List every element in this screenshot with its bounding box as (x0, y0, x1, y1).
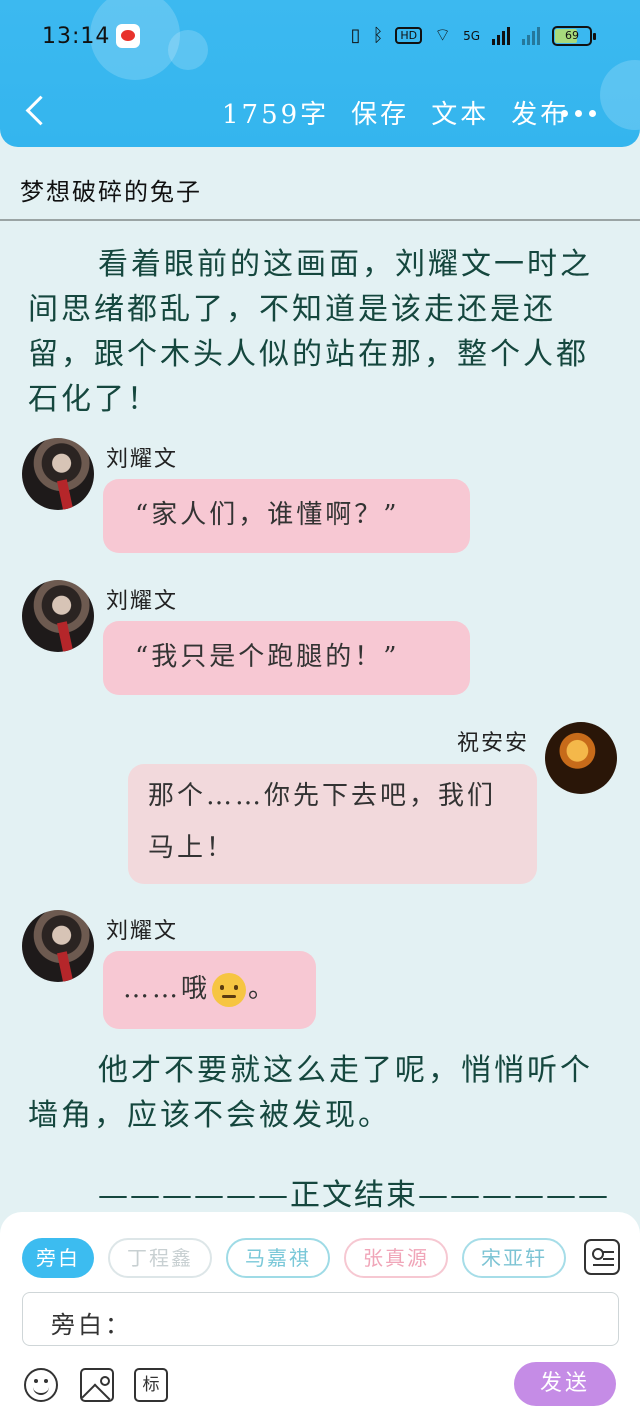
story-content: 看着眼前的这画面，刘耀文一时之间思绪都乱了，不知道是该走还是还留，跟个木头人似的… (0, 222, 640, 1213)
send-button[interactable]: 发送 (514, 1362, 616, 1406)
role-selector: 旁白 丁程鑫 马嘉祺 张真源 宋亚轩 (22, 1238, 566, 1278)
sender-name: 刘耀文 (106, 447, 179, 472)
message-bubble[interactable]: ……哦 。 (103, 951, 316, 1029)
message-text-end: 。 (248, 974, 278, 1004)
battery-icon: 69 (552, 25, 596, 46)
story-title-bar[interactable]: 梦想破碎的兔子 (0, 152, 640, 221)
neutral-face-icon (212, 973, 247, 1007)
signal-icon-secondary (522, 26, 540, 45)
bluetooth-icon: ᛒ (372, 25, 384, 46)
nav-row: 1759字 保存 文本 发布 (0, 86, 640, 136)
sender-name: 祝安安 (457, 731, 530, 756)
back-arrow-icon[interactable] (24, 94, 50, 128)
network-type: 5G (463, 28, 480, 43)
message-bubble[interactable]: 那个……你先下去吧，我们马上！ (128, 764, 537, 884)
role-chip[interactable]: 宋亚轩 (462, 1238, 566, 1278)
role-chip-narrator[interactable]: 旁白 (22, 1238, 94, 1278)
avatar[interactable] (22, 438, 94, 510)
status-time: 13:14 (42, 24, 111, 49)
role-chip[interactable]: 马嘉祺 (226, 1238, 330, 1278)
image-icon[interactable] (80, 1368, 114, 1402)
status-bar: 13:14 ▯ ᛒ HD ⌔ 5G 69 (0, 18, 640, 58)
vibrate-icon: ▯ (350, 25, 361, 46)
narration-text: 他才不要就这么走了呢，悄悄听个墙角，应该不会被发现。 (28, 1053, 593, 1133)
battery-level: 69 (565, 28, 579, 42)
status-icons: ▯ ᛒ HD ⌔ 5G 69 (350, 24, 596, 47)
narration-paragraph[interactable]: 他才不要就这么走了呢，悄悄听个墙角，应该不会被发现。 (28, 1048, 608, 1138)
avatar[interactable] (545, 722, 617, 794)
hd-badge: HD (395, 27, 423, 44)
weibo-app-icon (116, 24, 140, 48)
wifi-icon: ⌔ (434, 25, 452, 46)
message-text: ……哦 (123, 974, 211, 1004)
sender-name: 刘耀文 (106, 919, 179, 944)
role-chip[interactable]: 丁程鑫 (108, 1238, 212, 1278)
avatar[interactable] (22, 580, 94, 652)
sender-name: 刘耀文 (106, 589, 179, 614)
narration-paragraph[interactable]: 看着眼前的这画面，刘耀文一时之间思绪都乱了，不知道是该走还是还留，跟个木头人似的… (28, 242, 608, 422)
ending-marker: ——————正文结束—————— (98, 1178, 610, 1213)
message-bubble[interactable]: “我只是个跑腿的！” (103, 621, 470, 695)
save-button[interactable]: 保存 (351, 94, 409, 131)
tag-icon[interactable]: 标 (134, 1368, 168, 1402)
contact-card-icon[interactable] (584, 1239, 620, 1275)
role-chip[interactable]: 张真源 (344, 1238, 448, 1278)
composer-panel: 旁白 丁程鑫 马嘉祺 张真源 宋亚轩 旁白： 标 发送 (0, 1212, 640, 1423)
message-input[interactable]: 旁白： (22, 1292, 619, 1346)
input-role-label: 旁白： (51, 1311, 132, 1339)
text-button[interactable]: 文本 (431, 94, 489, 131)
top-header: 13:14 ▯ ᛒ HD ⌔ 5G 69 1759字 保存 文本 发布 (0, 0, 640, 147)
word-count: 1759字 (222, 100, 330, 130)
narration-text: 看着眼前的这画面，刘耀文一时之间思绪都乱了，不知道是该走还是还留，跟个木头人似的… (28, 247, 593, 417)
more-icon[interactable] (561, 110, 596, 117)
header-actions: 1759字 保存 文本 发布 (222, 94, 569, 131)
story-title: 梦想破碎的兔子 (20, 178, 202, 206)
message-bubble[interactable]: “家人们，谁懂啊？” (103, 479, 470, 553)
emoji-icon[interactable] (24, 1368, 58, 1402)
signal-icon (492, 26, 510, 45)
avatar[interactable] (22, 910, 94, 982)
